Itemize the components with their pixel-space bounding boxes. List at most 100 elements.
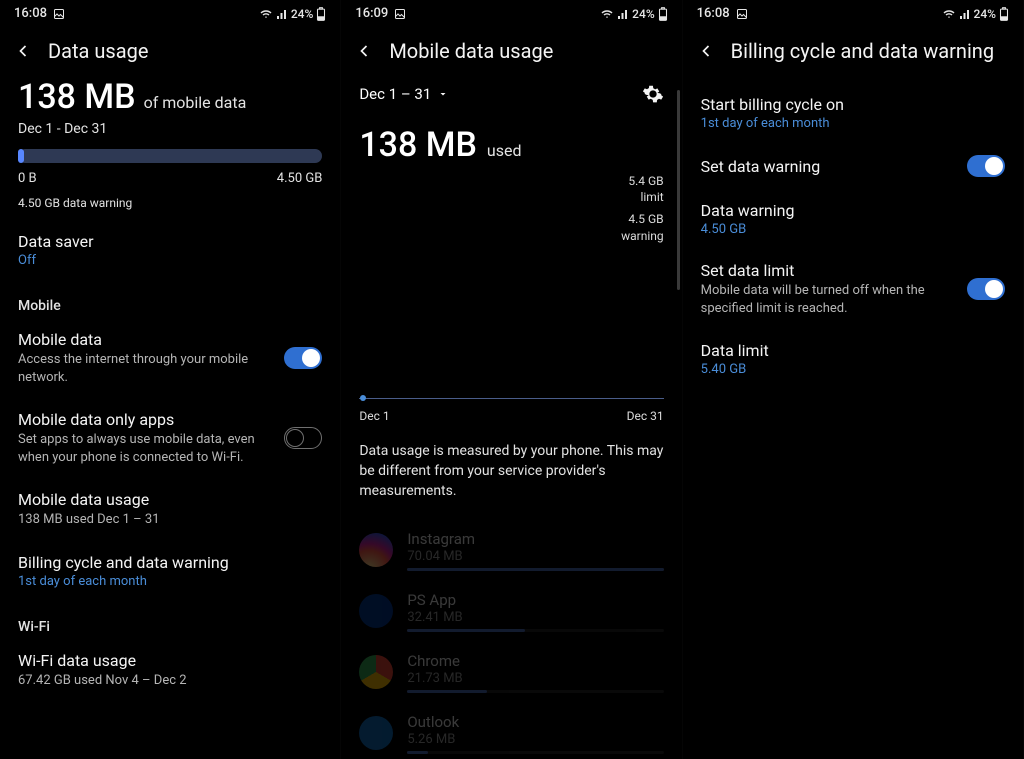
mobile-usage-sub: 138 MB used Dec 1 – 31 <box>18 511 322 529</box>
picture-icon <box>53 8 65 20</box>
date-range-label: Dec 1 – 31 <box>359 85 431 103</box>
usage-suffix: of mobile data <box>144 93 247 112</box>
app-name: Outlook <box>407 713 663 731</box>
item-mobile-data[interactable]: Mobile data Access the internet through … <box>0 318 340 398</box>
app-usage-bar <box>407 568 663 571</box>
chevron-down-icon <box>437 88 449 100</box>
chart-start: Dec 1 <box>359 409 389 423</box>
settings-button[interactable] <box>642 83 664 105</box>
usage-bar[interactable] <box>18 149 322 163</box>
item-wifi-usage[interactable]: Wi-Fi data usage 67.42 GB used Nov 4 – D… <box>0 639 340 702</box>
app-icon <box>359 594 393 628</box>
app-usage: 5.26 MB <box>407 732 663 747</box>
app-row[interactable]: Chrome21.73 MB <box>341 642 681 703</box>
limit-label: limit <box>640 190 663 204</box>
status-time: 16:08 <box>14 6 47 21</box>
status-time: 16:09 <box>355 6 388 21</box>
item-set-data-warning[interactable]: Set data warning <box>683 143 1023 189</box>
wifi-icon <box>942 8 956 20</box>
back-button[interactable] <box>12 40 34 62</box>
screen-mobile-data-usage: 16:09 24% Mobile data usage Dec 1 – 31 1… <box>341 0 682 759</box>
mobile-only-sub: Set apps to always use mobile data, even… <box>18 431 272 466</box>
usage-amount: 138 MB <box>359 125 477 165</box>
page-title: Billing cycle and data warning <box>731 39 994 63</box>
app-row[interactable]: Outlook5.26 MB <box>341 703 681 759</box>
header: Data usage <box>0 25 340 77</box>
app-name: Instagram <box>407 530 663 548</box>
data-warning-title: Data warning <box>701 201 1005 220</box>
bar-max: 4.50 GB <box>277 171 323 186</box>
warning-value: 4.5 GB <box>628 212 663 226</box>
mobile-only-title: Mobile data only apps <box>18 410 272 429</box>
app-icon <box>359 655 393 689</box>
status-bar: 16:08 24% <box>0 0 340 25</box>
picture-icon <box>394 8 406 20</box>
warning-label: warning <box>621 229 664 243</box>
status-battery-pct: 24% <box>974 7 996 21</box>
screen-data-usage: 16:08 24% Data usage 138 MB of mobile da… <box>0 0 341 759</box>
wifi-usage-title: Wi-Fi data usage <box>18 651 322 670</box>
header: Billing cycle and data warning <box>683 25 1023 77</box>
signal-icon <box>617 8 629 20</box>
limit-value: 5.4 GB <box>628 174 663 188</box>
app-usage-bar <box>407 751 663 754</box>
status-bar: 16:08 24% <box>683 0 1023 25</box>
back-button[interactable] <box>353 40 375 62</box>
item-billing-cycle[interactable]: Billing cycle and data warning 1st day o… <box>0 541 340 601</box>
app-icon <box>359 533 393 567</box>
app-row[interactable]: Instagram70.04 MB <box>341 520 681 581</box>
item-mobile-usage[interactable]: Mobile data usage 138 MB used Dec 1 – 31 <box>0 478 340 541</box>
app-usage-bar <box>407 690 663 693</box>
data-saver-value: Off <box>18 253 322 268</box>
battery-icon <box>658 7 668 21</box>
header: Mobile data usage <box>341 25 681 77</box>
set-warning-toggle[interactable] <box>967 155 1005 177</box>
battery-icon <box>316 7 326 21</box>
mobile-only-toggle[interactable] <box>284 427 322 449</box>
status-battery-pct: 24% <box>291 7 313 21</box>
wifi-icon <box>259 8 273 20</box>
screen-billing-cycle: 16:08 24% Billing cycle and data warning… <box>683 0 1024 759</box>
item-mobile-only-apps[interactable]: Mobile data only apps Set apps to always… <box>0 398 340 478</box>
picture-icon <box>736 8 748 20</box>
billing-title: Billing cycle and data warning <box>18 553 322 572</box>
scroll-indicator[interactable] <box>677 90 680 290</box>
item-data-warning[interactable]: Data warning 4.50 GB <box>683 189 1023 249</box>
app-usage: 21.73 MB <box>407 671 663 686</box>
used-label: used <box>487 141 522 160</box>
usage-note: Data usage is measured by your phone. Th… <box>341 423 681 520</box>
mobile-data-sub: Access the internet through your mobile … <box>18 351 272 386</box>
date-range-selector[interactable]: Dec 1 – 31 <box>359 85 449 103</box>
signal-icon <box>276 8 288 20</box>
set-warning-title: Set data warning <box>701 157 955 176</box>
section-wifi: Wi-Fi <box>0 601 340 639</box>
chart-marker <box>360 395 366 401</box>
app-name: PS App <box>407 591 663 609</box>
set-limit-toggle[interactable] <box>967 278 1005 300</box>
bar-warning-text: 4.50 GB data warning <box>18 196 322 210</box>
section-mobile: Mobile <box>0 280 340 318</box>
battery-icon <box>999 7 1009 21</box>
app-usage-bar <box>407 629 663 632</box>
data-saver-title: Data saver <box>18 232 322 251</box>
usage-chart[interactable]: Dec 1 Dec 31 <box>359 398 663 423</box>
app-row[interactable]: PS App32.41 MB <box>341 581 681 642</box>
page-title: Data usage <box>48 39 148 63</box>
item-data-limit[interactable]: Data limit 5.40 GB <box>683 329 1023 389</box>
app-usage: 70.04 MB <box>407 549 663 564</box>
usage-bar-fill <box>18 149 24 163</box>
mobile-data-toggle[interactable] <box>284 347 322 369</box>
wifi-icon <box>600 8 614 20</box>
status-battery-pct: 24% <box>632 7 654 21</box>
item-start-billing[interactable]: Start billing cycle on 1st day of each m… <box>683 83 1023 143</box>
app-list: Instagram70.04 MBPS App32.41 MBChrome21.… <box>341 520 681 759</box>
page-title: Mobile data usage <box>389 39 553 63</box>
status-time: 16:08 <box>697 6 730 21</box>
back-button[interactable] <box>695 40 717 62</box>
start-billing-value: 1st day of each month <box>701 116 1005 131</box>
item-data-saver[interactable]: Data saver Off <box>0 220 340 280</box>
chart-end: Dec 31 <box>627 409 664 423</box>
item-set-data-limit[interactable]: Set data limit Mobile data will be turne… <box>683 249 1023 329</box>
data-limit-title: Data limit <box>701 341 1005 360</box>
data-limit-value: 5.40 GB <box>701 362 1005 377</box>
